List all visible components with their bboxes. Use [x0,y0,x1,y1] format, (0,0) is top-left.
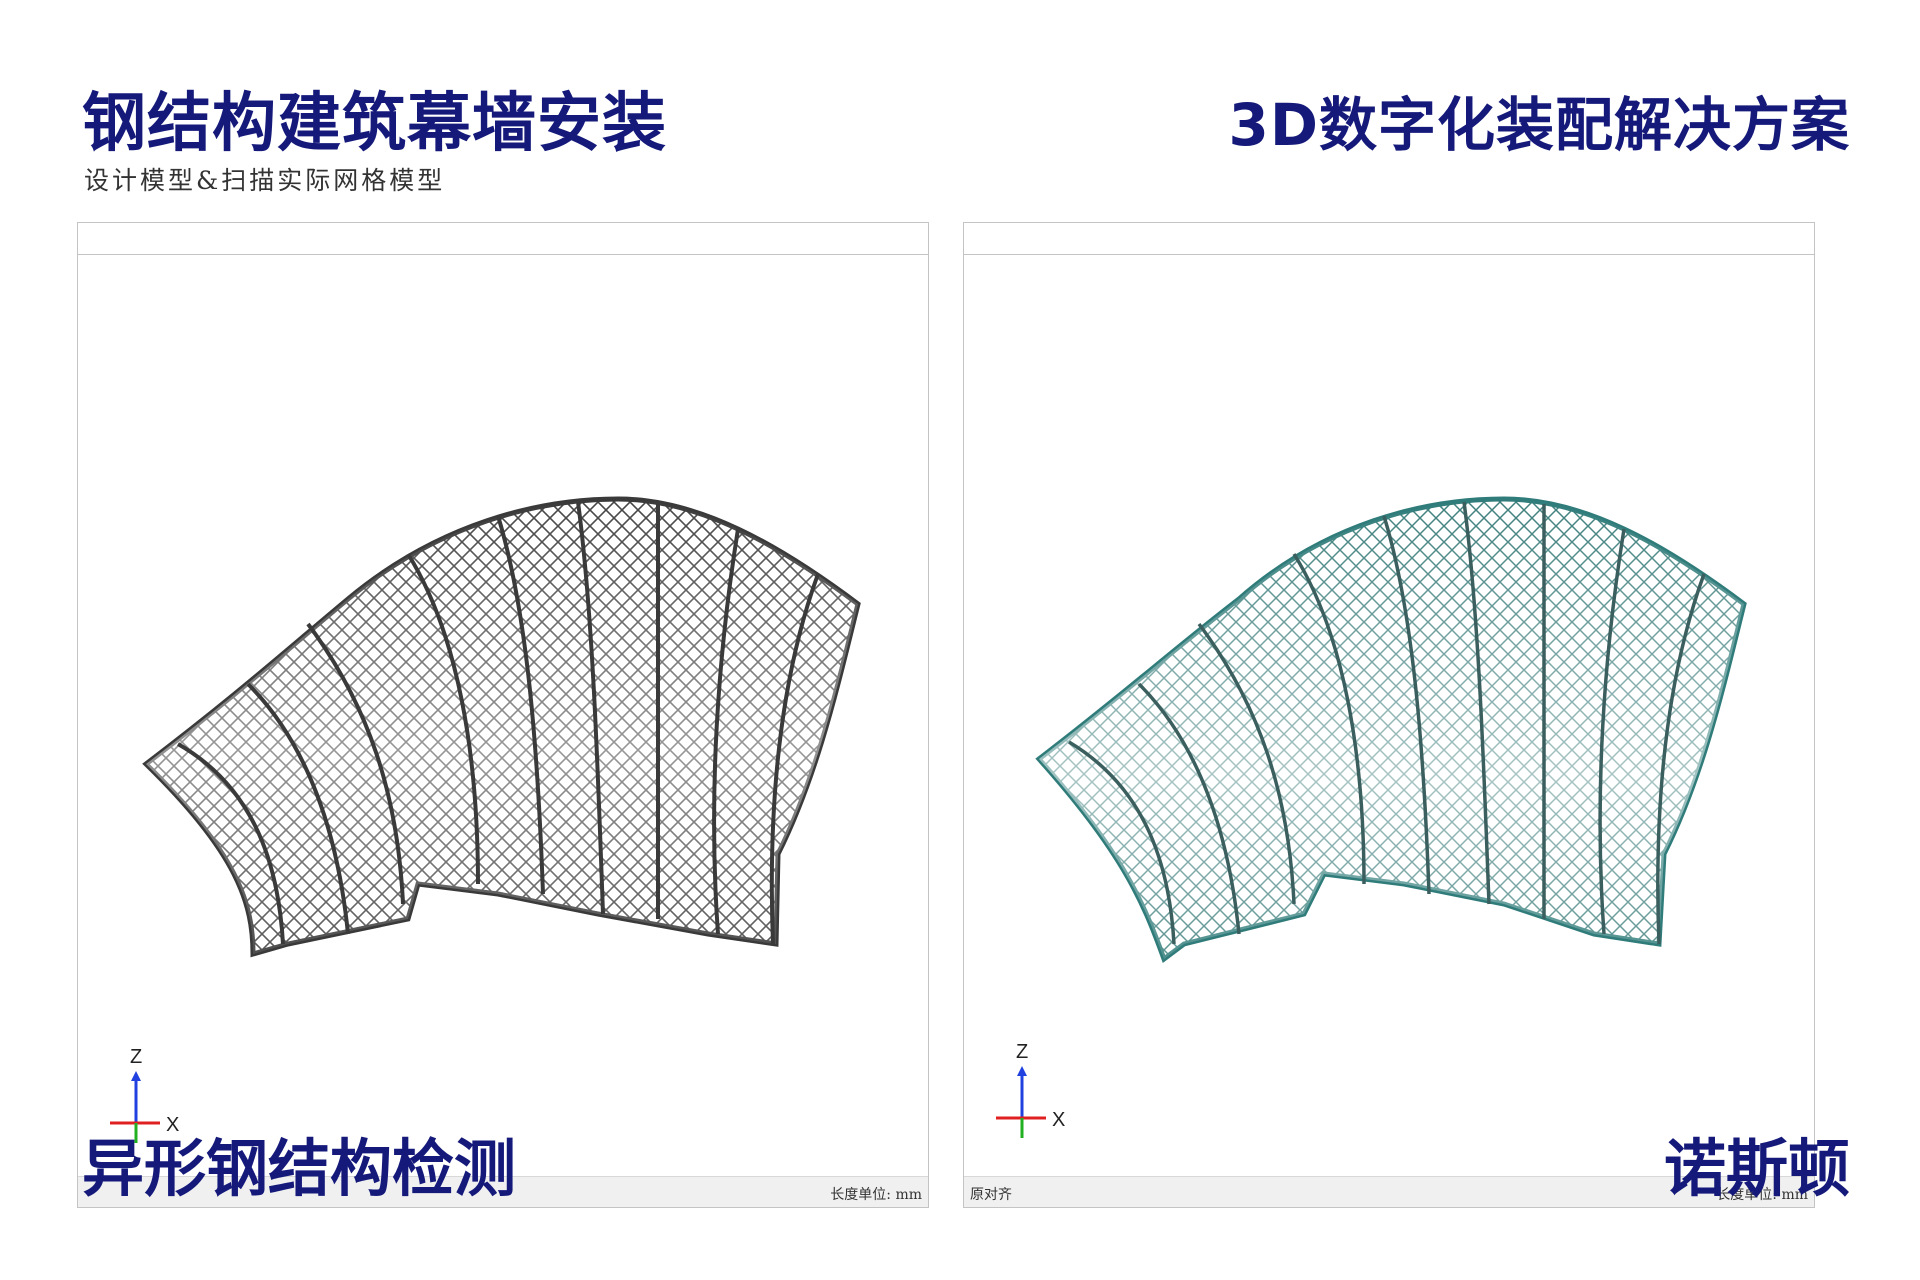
axis-gizmo: Z X [996,1041,1065,1138]
steel-mesh-model-scan[interactable] [964,254,1813,1174]
footer-label-right: 诺斯顿 [1663,1132,1850,1205]
axis-z-label: Z [1016,1041,1028,1063]
viewport-scan-model[interactable]: Z X 原对齐 长度单位: mm [963,222,1815,1208]
viewport-toolbar [78,223,928,255]
unit-label: 长度单位: mm [830,1187,922,1203]
axis-z-label: Z [130,1046,142,1068]
viewport-toolbar [964,223,1814,255]
page-title-left: 钢结构建筑幕墙安装 [82,87,667,161]
viewport-design-model[interactable]: Z X 长度单位: mm [77,222,929,1208]
footer-label-left: 异形钢结构检测 [82,1132,517,1205]
steel-mesh-model-design[interactable] [78,254,927,1174]
page-title-right: 3D数字化装配解决方案 [1228,91,1850,159]
page-subtitle-left: 设计模型&扫描实际网格模型 [84,166,446,195]
alignment-label: 原对齐 [970,1187,1012,1203]
axis-x-label: X [1052,1109,1065,1131]
